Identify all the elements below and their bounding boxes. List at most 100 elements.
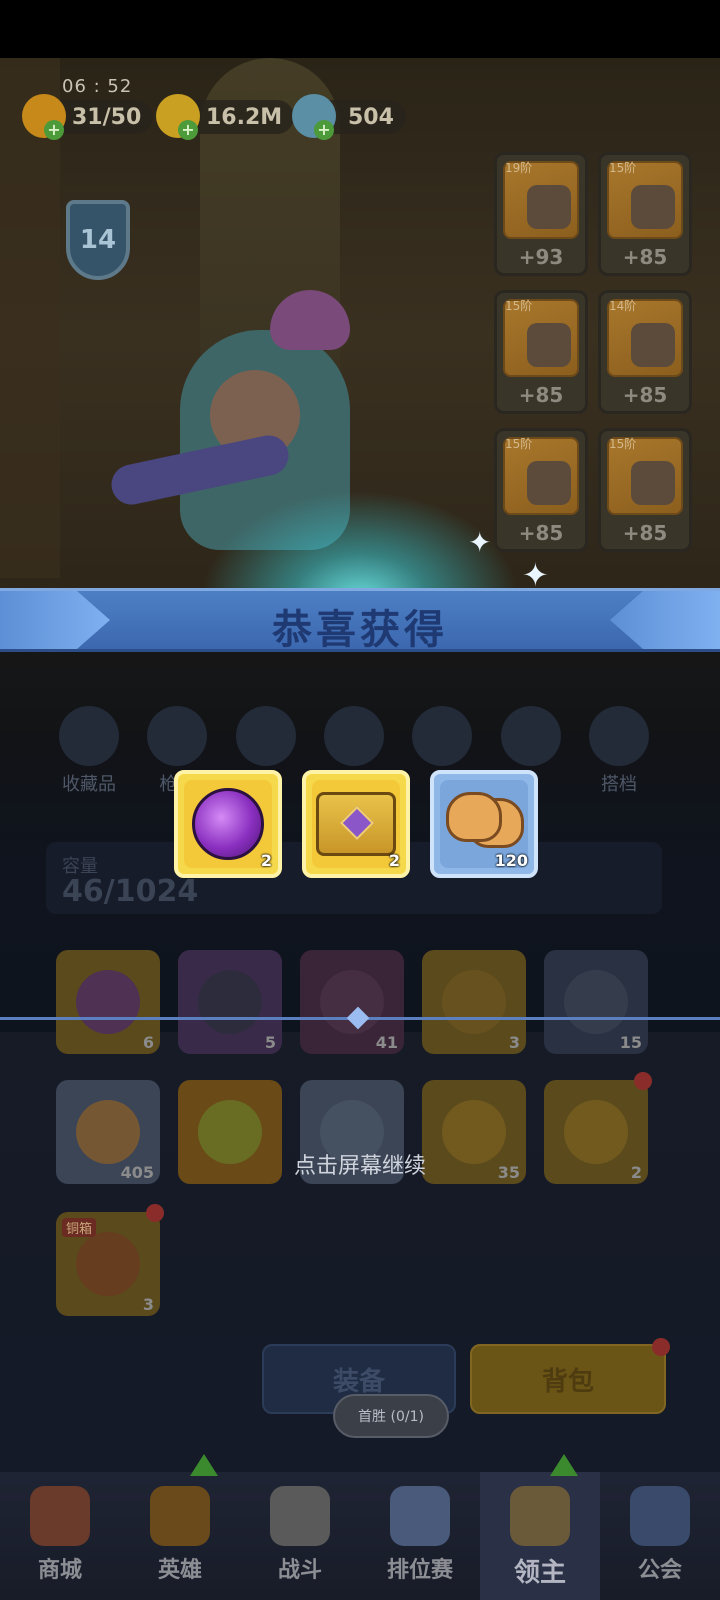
status-bar	[0, 0, 720, 58]
equipment-slot[interactable]: 19阶 +93	[494, 152, 588, 276]
nav-label: 排位赛	[386, 1558, 453, 1583]
equipment-bonus: +85	[518, 383, 564, 407]
guild-castle-icon	[630, 1486, 690, 1546]
reward-item[interactable]: 2	[302, 770, 410, 878]
reward-item[interactable]: 2	[174, 770, 282, 878]
equipment-bonus: +85	[622, 245, 668, 269]
gold-resource[interactable]: + 16.2M	[156, 94, 295, 140]
tap-to-continue[interactable]: 点击屏幕继续	[0, 1148, 720, 1180]
equipment-grid: 19阶 +93 15阶 +85 15阶 +85 14阶 +85 15阶 +85 15阶 +8…	[494, 152, 698, 552]
inventory-slot[interactable]: 6	[56, 950, 160, 1054]
gem-add-icon[interactable]: +	[314, 120, 334, 140]
category-label: 收藏品	[62, 774, 116, 795]
slot-tag: 铜箱	[62, 1218, 97, 1237]
badge-icon	[323, 706, 384, 766]
equipment-slot[interactable]: 14阶 +85	[598, 290, 692, 414]
treasure-chest-icon	[316, 792, 396, 856]
clothes-icon	[235, 706, 296, 766]
bag-button[interactable]: 背包	[470, 1338, 670, 1414]
nav-label: 商城	[37, 1558, 82, 1583]
slot-count: 15	[619, 1033, 642, 1052]
bag-button-label: 背包	[541, 1366, 594, 1397]
cat-figure-icon	[198, 970, 262, 1034]
slot-count: 3	[142, 1295, 154, 1314]
shop-icon	[30, 1486, 90, 1546]
crossed-swords-icon	[270, 1486, 330, 1546]
equipment-slot[interactable]: 15阶 +85	[494, 290, 588, 414]
inventory-slot[interactable]: 3	[422, 950, 526, 1054]
reward-count: 2	[260, 851, 272, 870]
armor-icon	[631, 185, 675, 229]
slot-count: 5	[264, 1033, 276, 1052]
player-level-badge[interactable]: 14	[66, 200, 130, 280]
nav-label: 英雄	[157, 1558, 202, 1583]
equipment-slot[interactable]: 15阶 +85	[598, 428, 692, 552]
inventory-slot[interactable]: 5	[178, 950, 282, 1054]
nav-shop[interactable]: 商城	[0, 1472, 120, 1600]
dialog-divider	[0, 1006, 720, 1030]
nav-lord[interactable]: 领主	[480, 1454, 600, 1600]
nav-label: 战斗	[277, 1558, 322, 1583]
reward-count: 120	[494, 851, 528, 870]
slot-count: 3	[508, 1033, 520, 1052]
notification-dot	[652, 1338, 670, 1356]
equipment-tier: 15阶	[609, 161, 637, 175]
upgrade-arrow-icon	[550, 1454, 578, 1476]
gold-add-icon[interactable]: +	[178, 120, 198, 140]
gem-resource[interactable]: + 504	[292, 94, 406, 140]
nav-label: 公会	[637, 1558, 682, 1583]
game-clock: 06 : 52	[62, 76, 133, 97]
fairy-icon	[564, 970, 628, 1034]
player-level: 14	[79, 225, 117, 255]
boots-icon	[527, 323, 571, 367]
rank-shield-icon	[390, 1486, 450, 1546]
congrats-banner: 恭喜获得	[0, 588, 720, 653]
equipment-bonus: +93	[518, 245, 564, 269]
purple-orb-icon	[76, 970, 140, 1034]
partner-icon	[588, 706, 649, 766]
category-collectibles[interactable]: 收藏品	[54, 706, 124, 796]
equipment-bonus: +85	[622, 521, 668, 545]
energy-resource[interactable]: + 31/50	[22, 94, 154, 140]
equipment-tier: 15阶	[505, 437, 533, 451]
cape-icon	[527, 461, 571, 505]
notification-dot	[634, 1072, 652, 1090]
statue-icon	[500, 706, 561, 766]
reward-count: 2	[388, 851, 400, 870]
slot-count: 6	[142, 1033, 154, 1052]
hero-card-icon	[150, 1486, 210, 1546]
inventory-slot[interactable]: 41	[300, 950, 404, 1054]
energy-add-icon[interactable]: +	[44, 120, 64, 140]
upgrade-arrow-icon	[190, 1454, 218, 1476]
category-label: 搭档	[600, 774, 637, 795]
purple-chest-icon	[320, 970, 384, 1034]
crown-icon	[412, 706, 473, 766]
nav-label: 领主	[513, 1558, 566, 1588]
category-partners[interactable]: 搭档	[584, 706, 654, 796]
octopus-hat-icon	[270, 290, 350, 350]
skirt-icon	[631, 461, 675, 505]
inventory-slot[interactable]: 铜箱 3	[56, 1204, 164, 1316]
equipment-slot[interactable]: 15阶 +85	[598, 152, 692, 276]
reward-item[interactable]: 120	[430, 770, 538, 878]
helmet-icon	[527, 185, 571, 229]
gauntlet-icon	[631, 323, 675, 367]
capacity-value: 46/1024	[62, 874, 199, 909]
nav-heroes[interactable]: 英雄	[120, 1454, 240, 1600]
feather-icon	[59, 706, 119, 766]
scroll-icon	[442, 970, 506, 1034]
equipment-tier: 19阶	[505, 161, 533, 175]
bottom-navigation: 商城 英雄 战斗 排位赛 领主 公会	[0, 1454, 720, 1600]
nav-battle[interactable]: 战斗	[240, 1472, 360, 1600]
nav-ranked[interactable]: 排位赛	[360, 1472, 480, 1600]
inventory-slot[interactable]: 15	[544, 950, 648, 1054]
equipment-bonus: +85	[622, 383, 668, 407]
equipment-tier: 14阶	[609, 299, 637, 313]
equipment-tier: 15阶	[505, 299, 533, 313]
equipment-tier: 15阶	[609, 437, 637, 451]
nav-guild[interactable]: 公会	[600, 1472, 720, 1600]
gun-icon	[147, 706, 208, 766]
slot-count: 41	[375, 1033, 398, 1052]
notification-dot	[146, 1204, 164, 1222]
reward-items: 2 2 120	[174, 770, 538, 878]
